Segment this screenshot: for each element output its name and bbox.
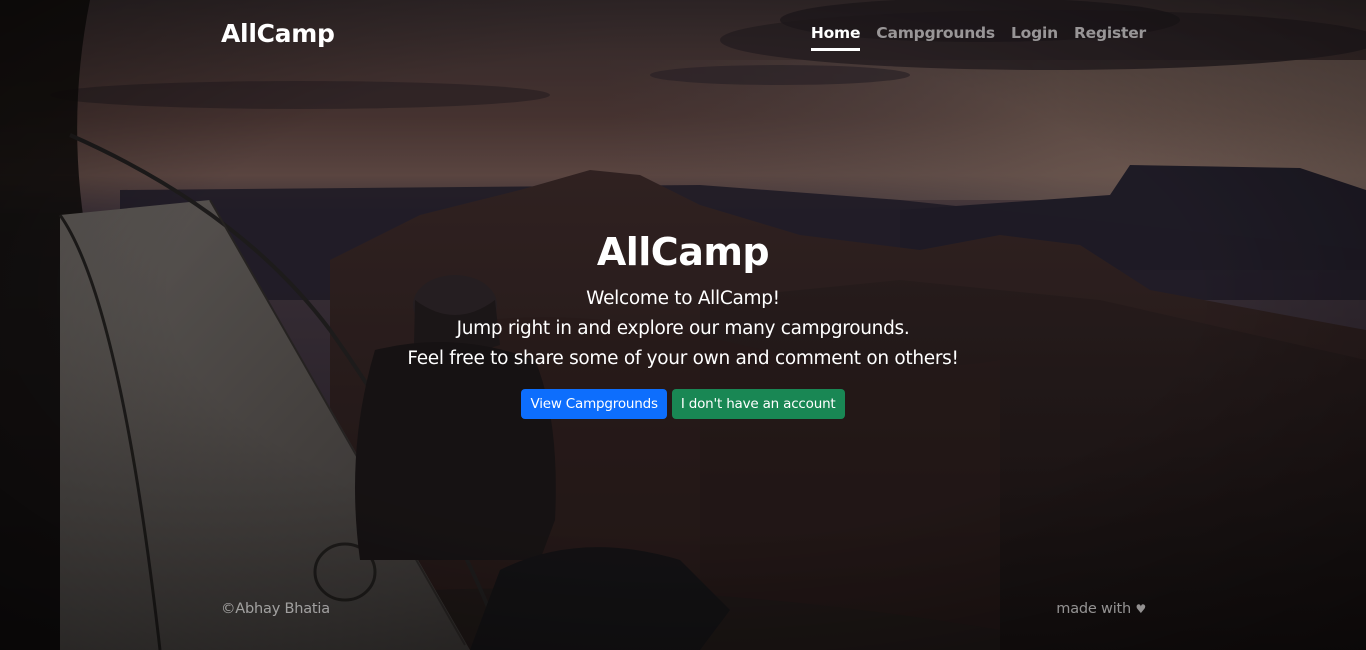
nav-link-home[interactable]: Home <box>810 24 860 51</box>
site-header: AllCamp Home Campgrounds Login Register <box>221 0 1146 70</box>
main-nav: Home Campgrounds Login Register <box>810 24 1146 51</box>
nav-link-login[interactable]: Login <box>1011 24 1058 51</box>
nav-link-campgrounds[interactable]: Campgrounds <box>876 24 995 51</box>
hero-buttons: View Campgrounds I don't have an account <box>0 389 1366 419</box>
landing-page: AllCamp Home Campgrounds Login Register … <box>0 0 1366 650</box>
view-campgrounds-button[interactable]: View Campgrounds <box>521 389 667 419</box>
footer-copyright: ©Abhay Bhatia <box>221 601 330 617</box>
hero-share-text: Feel free to share some of your own and … <box>407 348 959 369</box>
no-account-button[interactable]: I don't have an account <box>671 389 845 419</box>
site-footer: ©Abhay Bhatia made with ♥ <box>221 601 1146 617</box>
hero-title: AllCamp <box>596 230 770 274</box>
nav-link-register[interactable]: Register <box>1074 24 1146 51</box>
hero-section: AllCamp Welcome to AllCamp! Jump right i… <box>0 230 1366 419</box>
hero-explore-text: Jump right in and explore our many campg… <box>456 318 910 339</box>
heart-icon: ♥ <box>1135 602 1146 616</box>
brand-logo[interactable]: AllCamp <box>221 19 335 48</box>
hero-welcome-text: Welcome to AllCamp! <box>586 288 780 309</box>
footer-made-with: made with ♥ <box>1056 601 1146 617</box>
made-with-text: made with <box>1056 601 1132 617</box>
